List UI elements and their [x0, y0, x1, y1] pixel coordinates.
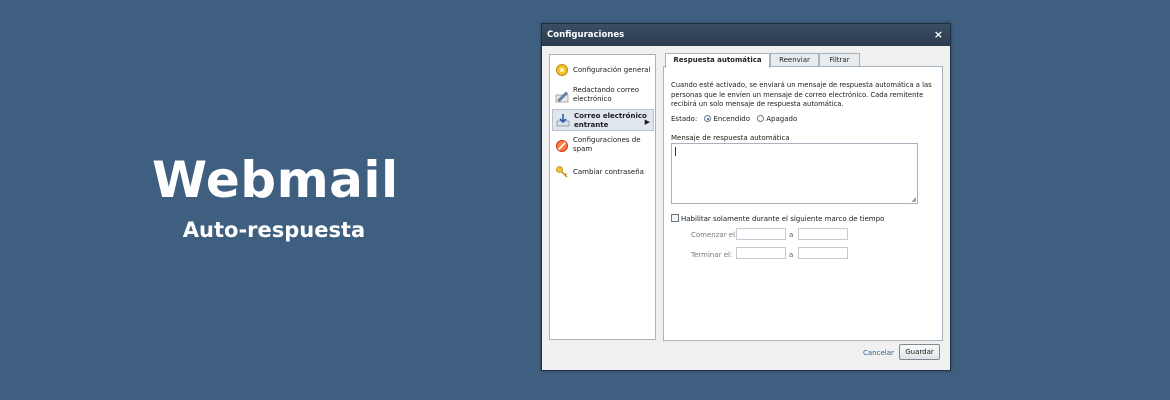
- dialog-title: Configuraciones: [547, 30, 625, 40]
- settings-sidebar: Configuración general Redactando correo …: [549, 54, 656, 340]
- pencil-icon: [555, 89, 569, 103]
- state-label: Estado:: [671, 115, 698, 123]
- settings-dialog: Configuraciones × Configuración general …: [541, 23, 951, 371]
- dialog-titlebar: Configuraciones ×: [542, 24, 950, 46]
- timeframe-label: Habilitar solamente durante el siguiente…: [681, 215, 885, 223]
- start-date-input[interactable]: [736, 228, 786, 240]
- sidebar-item-incoming[interactable]: Correo electrónico entrante ▶: [552, 109, 654, 131]
- timeframe-checkbox[interactable]: [671, 214, 679, 222]
- sidebar-item-label: Configuración general: [573, 66, 651, 74]
- hero-subtitle: Auto-respuesta: [182, 218, 366, 242]
- close-icon[interactable]: ×: [934, 28, 943, 41]
- end-label: Terminar el:: [691, 251, 733, 259]
- sidebar-item-label: Redactando correo electrónico: [573, 86, 640, 103]
- sidebar-item-spam[interactable]: Configuraciones de spam: [552, 135, 654, 157]
- key-icon: [555, 165, 569, 179]
- save-button[interactable]: Guardar: [899, 344, 940, 360]
- timeframe-row: Habilitar solamente durante el siguiente…: [671, 214, 884, 223]
- sidebar-item-label: Correo electrónico entrante: [574, 112, 647, 129]
- radio-off-label: Apagado: [766, 115, 798, 123]
- sidebar-item-general[interactable]: Configuración general: [552, 61, 654, 79]
- chevron-right-icon: ▶: [644, 118, 650, 126]
- auto-reply-panel: Cuando esté activado, se enviará un mens…: [663, 66, 943, 341]
- tab-filter[interactable]: Filtrar: [819, 53, 860, 67]
- tab-forward[interactable]: Reenviar: [770, 53, 819, 67]
- hero-title: Webmail: [152, 151, 399, 209]
- sidebar-item-compose[interactable]: Redactando correo electrónico: [552, 85, 654, 107]
- start-label: Comenzar el:: [691, 231, 738, 239]
- end-date-input[interactable]: [736, 247, 786, 259]
- gear-icon: [555, 63, 569, 77]
- start-time-input[interactable]: [798, 228, 848, 240]
- inbox-arrow-icon: [556, 113, 570, 127]
- resize-handle-icon[interactable]: ◢: [911, 196, 916, 203]
- no-spam-icon: [555, 139, 569, 153]
- start-separator: a: [789, 231, 794, 239]
- state-row: Estado: Encendido Apagado: [671, 115, 797, 123]
- radio-on-label: Encendido: [713, 115, 751, 123]
- end-separator: a: [789, 251, 794, 259]
- sidebar-item-label: Configuraciones de spam: [573, 136, 641, 153]
- end-time-input[interactable]: [798, 247, 848, 259]
- auto-reply-description: Cuando esté activado, se enviará un mens…: [671, 81, 932, 108]
- text-caret: [675, 147, 676, 156]
- auto-reply-message-input[interactable]: ◢: [671, 143, 918, 204]
- tab-auto-reply[interactable]: Respuesta automática: [665, 53, 770, 68]
- radio-on[interactable]: [704, 115, 712, 122]
- message-label: Mensaje de respuesta automática: [671, 134, 790, 142]
- sidebar-item-password[interactable]: Cambiar contraseña: [552, 163, 654, 181]
- radio-off[interactable]: [757, 115, 765, 122]
- sidebar-item-label: Cambiar contraseña: [573, 168, 644, 176]
- cancel-link[interactable]: Cancelar: [863, 349, 894, 357]
